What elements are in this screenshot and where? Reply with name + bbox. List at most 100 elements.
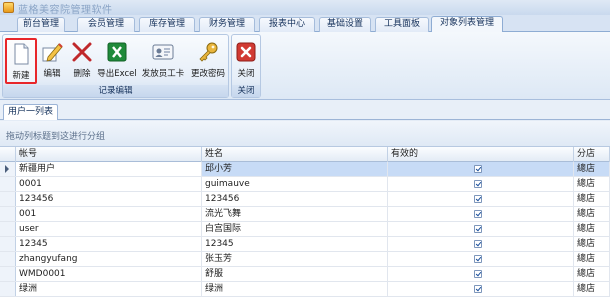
table-row[interactable]: 0001 guimauve 總店: [0, 177, 610, 192]
cell-name[interactable]: 张玉芳: [202, 252, 388, 266]
grid-header: 帐号 姓名 有效的 分店: [0, 147, 610, 162]
close-button[interactable]: 关闭: [233, 38, 259, 84]
row-indicator[interactable]: [0, 267, 16, 281]
cell-branch[interactable]: 總店: [574, 252, 610, 266]
cell-name[interactable]: 流光飞舞: [202, 207, 388, 221]
cell-branch[interactable]: 總店: [574, 207, 610, 221]
group-by-panel[interactable]: 拖动列标题到这进行分组: [0, 121, 610, 147]
new-button[interactable]: 新建: [5, 38, 37, 84]
cell-name[interactable]: 12345: [202, 237, 388, 251]
cell-valid[interactable]: [388, 237, 574, 251]
cell-valid[interactable]: [388, 282, 574, 296]
cell-account[interactable]: user: [16, 222, 202, 236]
tab-finance[interactable]: 财务管理: [199, 17, 255, 32]
valid-checkbox[interactable]: [474, 195, 482, 203]
cell-valid[interactable]: [388, 177, 574, 191]
cell-account[interactable]: WMD0001: [16, 267, 202, 281]
row-indicator[interactable]: [0, 252, 16, 266]
tab-reports[interactable]: 报表中心: [259, 17, 315, 32]
valid-checkbox[interactable]: [474, 225, 482, 233]
cell-account[interactable]: 绿洲: [16, 282, 202, 296]
table-row[interactable]: user 白宫国际 總店: [0, 222, 610, 237]
cell-account[interactable]: 新疆用户: [16, 162, 202, 176]
edit-button[interactable]: 编辑: [39, 38, 65, 84]
cell-valid[interactable]: [388, 192, 574, 206]
cell-account[interactable]: 123456: [16, 192, 202, 206]
cell-valid[interactable]: [388, 252, 574, 266]
cell-valid[interactable]: [388, 267, 574, 281]
table-row[interactable]: 新疆用户 邱小芳 總店: [0, 162, 610, 177]
cell-account[interactable]: 12345: [16, 237, 202, 251]
row-indicator[interactable]: [0, 162, 16, 176]
row-indicator[interactable]: [0, 222, 16, 236]
tab-basic-settings[interactable]: 基础设置: [319, 17, 371, 32]
cell-account[interactable]: 001: [16, 207, 202, 221]
record-edit-group-label: 记录编辑: [3, 85, 228, 97]
table-row[interactable]: 001 流光飞舞 總店: [0, 207, 610, 222]
valid-checkbox[interactable]: [474, 270, 482, 278]
edit-button-label: 编辑: [43, 69, 61, 79]
valid-checkbox[interactable]: [474, 210, 482, 218]
delete-button[interactable]: 删除: [69, 38, 95, 84]
new-document-icon: [14, 43, 29, 65]
id-card-icon: [152, 44, 174, 60]
cell-name[interactable]: guimauve: [202, 177, 388, 191]
tab-object-list[interactable]: 对象列表管理: [431, 16, 503, 33]
app-logo-icon: [3, 2, 14, 13]
cell-name[interactable]: 邱小芳: [202, 162, 388, 176]
export-excel-button[interactable]: 导出Excel: [97, 38, 137, 84]
cell-name[interactable]: 舒服: [202, 267, 388, 281]
document-tab-bar: 用户一列表: [0, 100, 610, 120]
valid-checkbox[interactable]: [474, 180, 482, 188]
cell-name[interactable]: 绿洲: [202, 282, 388, 296]
valid-checkbox[interactable]: [474, 240, 482, 248]
row-indicator[interactable]: [0, 237, 16, 251]
tab-inventory[interactable]: 库存管理: [139, 17, 195, 32]
close-group-label: 关闭: [232, 85, 260, 97]
cell-account[interactable]: 0001: [16, 177, 202, 191]
change-password-button[interactable]: 更改密码: [189, 38, 227, 84]
column-header-account[interactable]: 帐号: [16, 147, 202, 162]
row-indicator[interactable]: [0, 177, 16, 191]
user-grid: 帐号 姓名 有效的 分店 新疆用户 邱小芳 總店 0001 guimauve 總店 1234…: [0, 147, 610, 298]
issue-employee-card-button[interactable]: 发放员工卡: [139, 38, 187, 84]
cell-branch[interactable]: 總店: [574, 162, 610, 176]
cell-branch[interactable]: 總店: [574, 222, 610, 236]
cell-valid[interactable]: [388, 162, 574, 176]
row-indicator[interactable]: [0, 282, 16, 296]
table-row[interactable]: zhangyufang 张玉芳 總店: [0, 252, 610, 267]
valid-checkbox[interactable]: [474, 255, 482, 263]
valid-checkbox[interactable]: [474, 285, 482, 293]
cell-branch[interactable]: 總店: [574, 282, 610, 296]
cell-branch[interactable]: 總店: [574, 177, 610, 191]
tab-front-desk[interactable]: 前台管理: [17, 17, 65, 32]
column-header-valid[interactable]: 有效的: [388, 147, 574, 162]
column-header-branch[interactable]: 分店: [574, 147, 610, 162]
cell-valid[interactable]: [388, 222, 574, 236]
cell-account[interactable]: zhangyufang: [16, 252, 202, 266]
export-excel-button-label: 导出Excel: [97, 69, 137, 79]
tab-tools[interactable]: 工具面板: [375, 17, 429, 32]
table-row[interactable]: 12345 12345 總店: [0, 237, 610, 252]
table-row[interactable]: 绿洲 绿洲 總店: [0, 282, 610, 297]
cell-branch[interactable]: 總店: [574, 237, 610, 251]
tab-members[interactable]: 会员管理: [77, 17, 135, 32]
delete-x-icon: [72, 42, 92, 62]
table-row[interactable]: WMD0001 舒服 總店: [0, 267, 610, 282]
table-row[interactable]: 123456 123456 總店: [0, 192, 610, 207]
column-header-name[interactable]: 姓名: [202, 147, 388, 162]
cell-branch[interactable]: 總店: [574, 267, 610, 281]
cell-name[interactable]: 白宫国际: [202, 222, 388, 236]
cell-valid[interactable]: [388, 207, 574, 221]
row-indicator[interactable]: [0, 207, 16, 221]
valid-checkbox[interactable]: [474, 165, 482, 173]
cell-name[interactable]: 123456: [202, 192, 388, 206]
record-edit-group: 新建 编辑 删除 导出Excel 发放员工卡 更改密码 记录编辑: [2, 34, 229, 98]
window-title: 蓝格美容院管理软件: [18, 5, 113, 16]
close-group: 关闭 关闭: [231, 34, 261, 98]
edit-pencil-icon: [42, 43, 63, 62]
cell-branch[interactable]: 總店: [574, 192, 610, 206]
tab-user-list[interactable]: 用户一列表: [3, 104, 58, 120]
group-by-hint: 拖动列标题到这进行分组: [6, 132, 106, 142]
row-indicator[interactable]: [0, 192, 16, 206]
